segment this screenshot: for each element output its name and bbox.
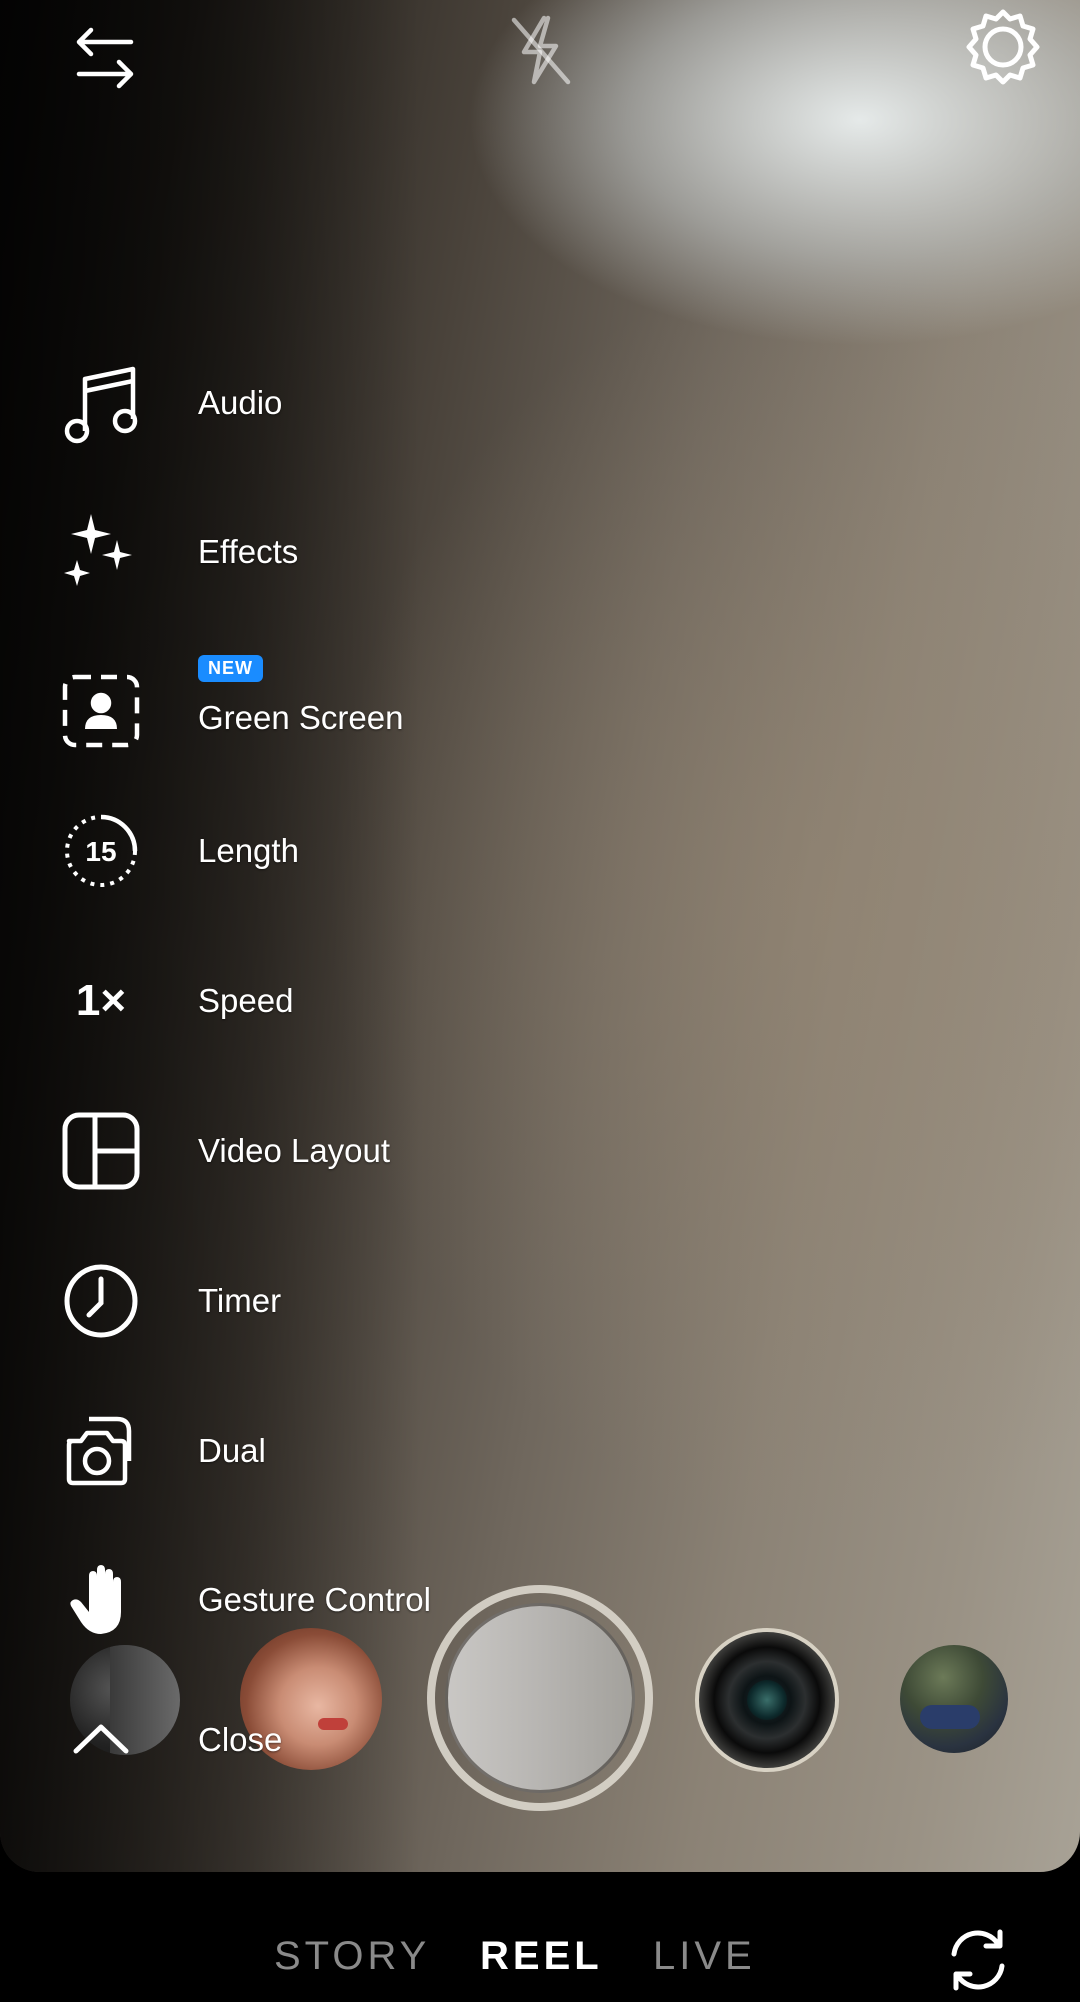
menu-label-video-layout: Video Layout bbox=[198, 1132, 391, 1169]
speed-icon-text: 1× bbox=[75, 976, 127, 1025]
sparkles-icon bbox=[56, 507, 146, 597]
hand-icon bbox=[56, 1555, 146, 1645]
menu-label-dual: Dual bbox=[198, 1432, 266, 1469]
mode-selector: STORY REEL LIVE bbox=[0, 1920, 1080, 2000]
thumbnail-object bbox=[920, 1705, 980, 1729]
menu-item-audio[interactable]: Audio bbox=[56, 353, 576, 453]
mode-live[interactable]: LIVE bbox=[653, 1934, 756, 1979]
menu-label-timer: Timer bbox=[198, 1282, 282, 1319]
mode-story[interactable]: STORY bbox=[274, 1934, 430, 1979]
speed-icon: 1× bbox=[56, 956, 146, 1046]
lens-glass bbox=[747, 1680, 787, 1720]
length-timer-icon: 15 bbox=[56, 806, 146, 896]
menu-label-speed: Speed bbox=[198, 982, 294, 1019]
menu-item-video-layout[interactable]: Video Layout bbox=[56, 1101, 576, 1201]
flip-camera-icon[interactable] bbox=[938, 1920, 1018, 2000]
length-icon-text: 15 bbox=[85, 836, 116, 867]
camera-lens-effect[interactable] bbox=[695, 1628, 839, 1772]
menu-label-green-screen: Green Screen bbox=[198, 699, 404, 736]
music-note-icon bbox=[56, 358, 146, 448]
menu-item-speed[interactable]: 1× Speed bbox=[56, 951, 576, 1051]
menu-item-length[interactable]: 15 Length bbox=[56, 801, 576, 901]
menu-item-dual[interactable]: Dual bbox=[56, 1401, 576, 1501]
menu-item-effects[interactable]: Effects bbox=[56, 502, 576, 602]
menu-label-gesture-control: Gesture Control bbox=[198, 1581, 431, 1618]
new-badge: NEW bbox=[198, 655, 263, 682]
menu-label-close: Close bbox=[198, 1721, 283, 1758]
menu-item-close[interactable]: Close bbox=[56, 1690, 576, 1790]
menu-label-length: Length bbox=[198, 832, 299, 869]
swap-arrows-icon[interactable] bbox=[60, 18, 150, 98]
dual-camera-icon bbox=[56, 1406, 146, 1496]
chevron-up-icon bbox=[56, 1695, 146, 1785]
menu-item-timer[interactable]: Timer bbox=[56, 1251, 576, 1351]
flash-off-icon[interactable] bbox=[495, 5, 585, 95]
gear-icon[interactable] bbox=[956, 0, 1050, 94]
mode-reel[interactable]: REEL bbox=[480, 1934, 603, 1979]
clock-icon bbox=[56, 1256, 146, 1346]
green-screen-icon bbox=[56, 666, 146, 756]
menu-label-effects: Effects bbox=[198, 533, 299, 570]
effect-thumbnail-scene[interactable] bbox=[900, 1645, 1008, 1753]
layout-grid-icon bbox=[56, 1106, 146, 1196]
menu-label-audio: Audio bbox=[198, 384, 283, 421]
menu-item-green-screen[interactable]: NEW Green Screen bbox=[56, 651, 576, 771]
